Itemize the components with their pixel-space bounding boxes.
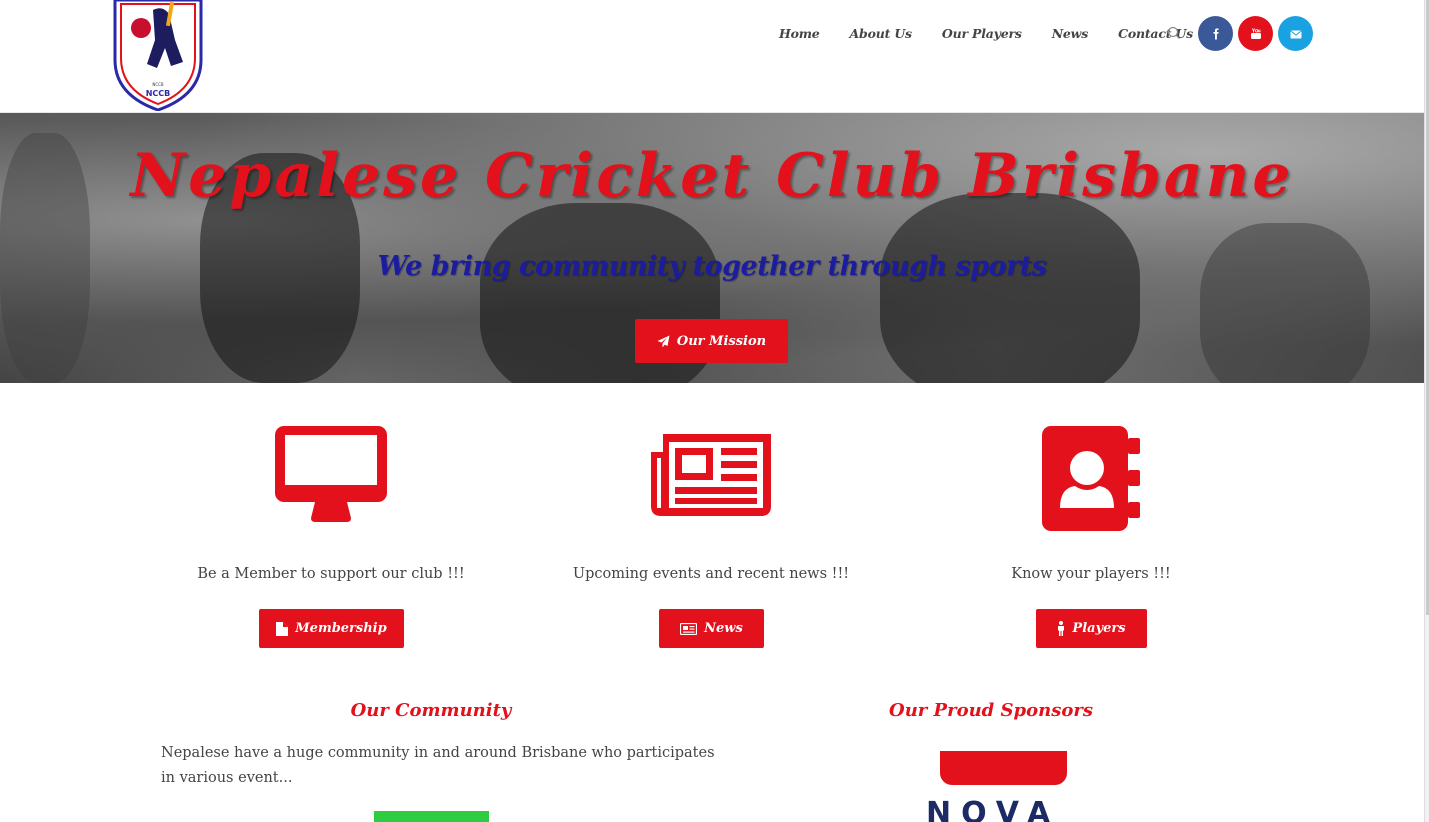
- svg-text:NCCB: NCCB: [152, 82, 164, 87]
- main-nav: Home About Us Our Players News Contact U…: [764, 22, 1208, 44]
- news-text: Upcoming events and recent news !!!: [572, 566, 850, 582]
- search-icon[interactable]: [1164, 24, 1184, 42]
- community-read-more-button[interactable]: [374, 811, 489, 822]
- desktop-icon: [275, 426, 387, 522]
- membership-text: Be a Member to support our club !!!: [197, 566, 465, 582]
- youtube-icon: [1250, 27, 1261, 39]
- players-button[interactable]: Players: [1036, 609, 1147, 648]
- club-logo[interactable]: NCCB NCCB: [113, 0, 203, 111]
- facebook-button[interactable]: [1198, 16, 1233, 51]
- news-label: News: [704, 621, 743, 636]
- sponsor-name: NOVA: [926, 796, 1061, 822]
- community-text: Nepalese have a huge community in and ar…: [161, 745, 715, 786]
- site-header: NCCB NCCB Home About Us Our Players News…: [0, 0, 1424, 113]
- youtube-button[interactable]: [1238, 16, 1273, 51]
- news-button[interactable]: News: [659, 609, 764, 648]
- nav-home[interactable]: Home: [764, 26, 835, 41]
- nav-about-us[interactable]: About Us: [835, 26, 927, 41]
- file-icon: [276, 621, 289, 636]
- sponsors-title: Our Proud Sponsors: [889, 700, 1093, 721]
- paper-plane-icon: [657, 335, 670, 347]
- our-mission-button[interactable]: Our Mission: [635, 319, 788, 363]
- newspaper-icon: [651, 434, 771, 516]
- community-title: Our Community: [350, 700, 512, 721]
- svg-text:NCCB: NCCB: [146, 89, 171, 98]
- sponsor-logo[interactable]: NOVA: [926, 796, 1060, 822]
- hero-subtitle: We bring community together through spor…: [377, 251, 1047, 282]
- membership-label: Membership: [295, 621, 387, 636]
- membership-button[interactable]: Membership: [259, 609, 404, 648]
- players-label: Players: [1072, 621, 1126, 636]
- nav-news[interactable]: News: [1037, 26, 1103, 41]
- address-book-icon: [1042, 426, 1140, 531]
- facebook-icon: [1213, 28, 1219, 39]
- newspaper-icon: [680, 622, 698, 635]
- players-text: Know your players !!!: [1011, 566, 1171, 582]
- hero-title: Nepalese Cricket Club Brisbane: [130, 141, 1294, 211]
- nav-contact-us[interactable]: Contact Us: [1103, 26, 1208, 41]
- hero-figure: [1200, 223, 1370, 383]
- hero-banner: Nepalese Cricket Club Brisbane We bring …: [0, 113, 1424, 383]
- our-mission-label: Our Mission: [676, 333, 767, 349]
- email-icon: [1289, 30, 1302, 38]
- email-button[interactable]: [1278, 16, 1313, 51]
- hero-figure: [880, 193, 1140, 383]
- nav-our-players[interactable]: Our Players: [927, 26, 1037, 41]
- male-icon: [1058, 621, 1065, 636]
- sponsor-logo-banner: [940, 751, 1067, 785]
